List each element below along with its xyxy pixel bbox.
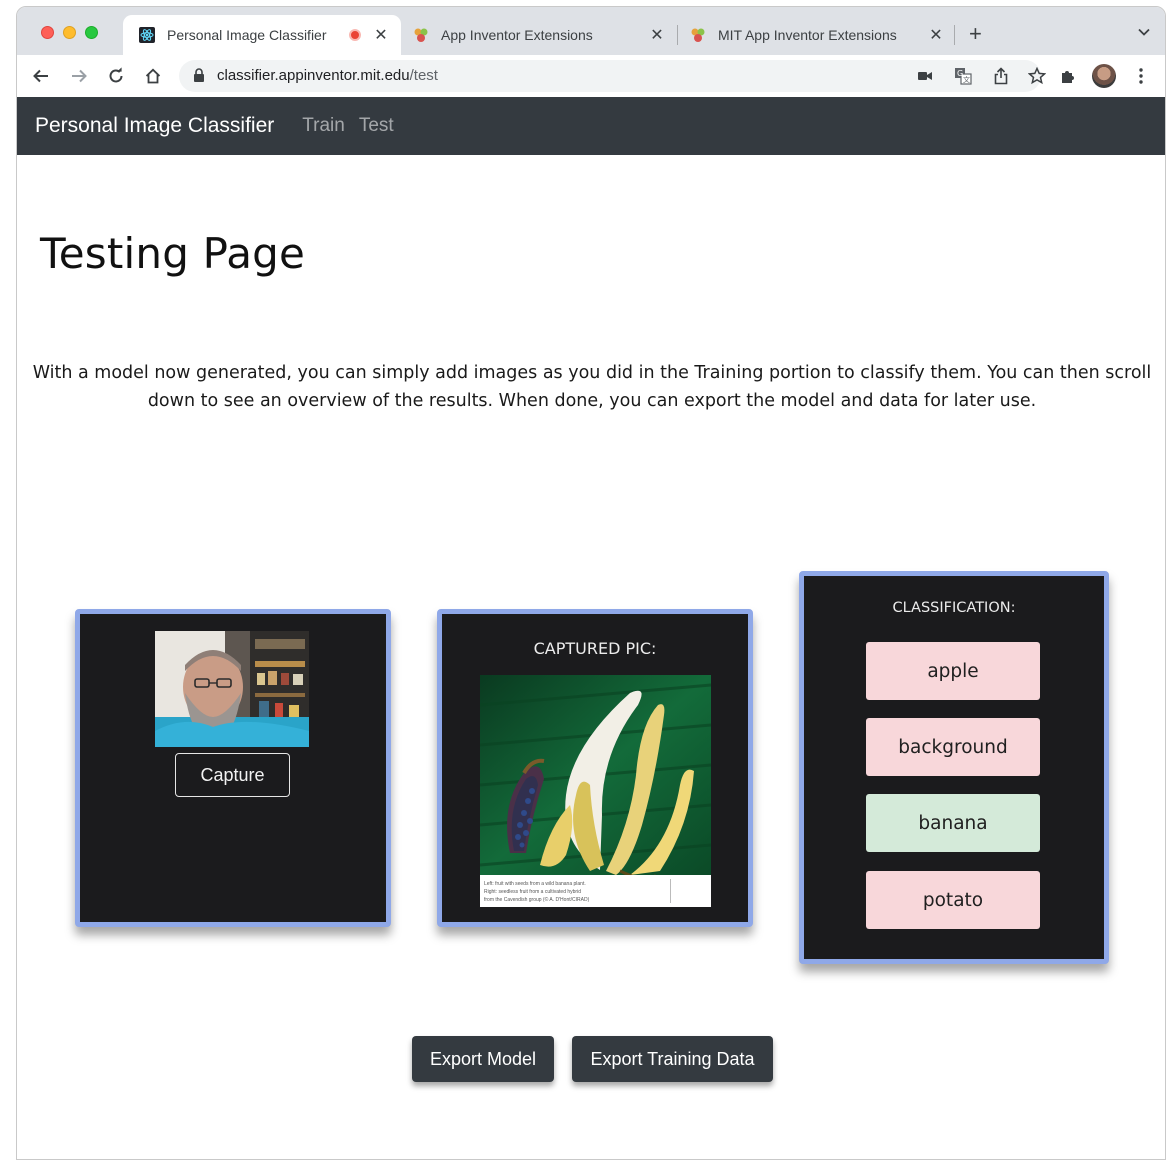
- profile-avatar[interactable]: [1092, 64, 1116, 88]
- close-tab-icon[interactable]: ✕: [928, 25, 944, 45]
- captured-pic-label: CAPTURED PIC:: [533, 639, 657, 658]
- reload-icon[interactable]: [104, 64, 128, 88]
- tab-mit-app-inventor-extensions[interactable]: MIT App Inventor Extensions ✕: [690, 15, 956, 55]
- caption-line-1: Left: fruit with seeds from a wild banan…: [484, 881, 586, 887]
- recording-indicator-icon: [349, 29, 361, 41]
- tab-title: Personal Image Classifier: [167, 27, 327, 43]
- caption-line-3: from the Cavendish group (© A. D'Hont/CI…: [484, 896, 590, 903]
- webcam-card: Capture: [75, 609, 391, 927]
- close-tab-icon[interactable]: ✕: [649, 25, 665, 45]
- export-model-button[interactable]: Export Model: [412, 1036, 554, 1082]
- new-tab-button[interactable]: +: [969, 21, 982, 47]
- tab-strip: Personal Image Classifier ✕ App Inventor…: [17, 7, 1165, 55]
- classification-label: CLASSIFICATION:: [892, 600, 1016, 616]
- address-bar[interactable]: classifier.appinventor.mit.edu/test G文: [179, 60, 1046, 92]
- camera-icon[interactable]: [915, 66, 935, 86]
- captured-banana-image: Left: fruit with seeds from a wild banan…: [480, 675, 711, 907]
- class-background[interactable]: background: [866, 718, 1040, 776]
- captured-pic-card: CAPTURED PIC: Left: fruit with seeds fro…: [437, 609, 753, 927]
- tab-separator: [677, 25, 678, 45]
- intro-text: With a model now generated, you can simp…: [32, 363, 1152, 411]
- classification-card: CLASSIFICATION: apple background banana …: [799, 571, 1109, 964]
- browser-toolbar: classifier.appinventor.mit.edu/test G文: [17, 55, 1165, 97]
- minimize-window-button[interactable]: [63, 26, 76, 39]
- url-text: classifier.appinventor.mit.edu/test: [217, 67, 438, 84]
- star-icon[interactable]: [1027, 66, 1047, 86]
- capture-button[interactable]: Capture: [175, 753, 290, 797]
- tab-separator: [954, 25, 955, 45]
- class-apple[interactable]: apple: [866, 642, 1040, 700]
- app-inventor-favicon-icon: [690, 27, 706, 43]
- close-tab-icon[interactable]: ✕: [373, 25, 389, 45]
- navbar-brand[interactable]: Personal Image Classifier: [35, 114, 274, 138]
- class-banana[interactable]: banana: [866, 794, 1040, 852]
- react-favicon-icon: [139, 27, 155, 43]
- menu-icon[interactable]: [1129, 64, 1153, 88]
- translate-icon[interactable]: G文: [953, 66, 973, 86]
- home-icon[interactable]: [141, 64, 165, 88]
- page-title: Testing Page: [40, 229, 306, 278]
- tab-personal-image-classifier[interactable]: Personal Image Classifier ✕: [123, 15, 401, 55]
- lock-icon[interactable]: [193, 68, 205, 88]
- app-navbar: Personal Image Classifier Train Test: [17, 97, 1165, 155]
- tab-search-chevron-icon[interactable]: [1137, 25, 1151, 44]
- browser-window: Personal Image Classifier ✕ App Inventor…: [16, 6, 1166, 1160]
- maximize-window-button[interactable]: [85, 26, 98, 39]
- caption-line-2: Right: seedless fruit from a cultivated …: [484, 889, 581, 895]
- nav-link-test[interactable]: Test: [359, 115, 394, 137]
- url-domain: classifier.appinventor.mit.edu: [217, 67, 410, 84]
- tab-title: MIT App Inventor Extensions: [718, 27, 897, 43]
- close-window-button[interactable]: [41, 26, 54, 39]
- svg-text:文: 文: [963, 75, 970, 84]
- forward-icon[interactable]: [67, 64, 91, 88]
- class-potato[interactable]: potato: [866, 871, 1040, 929]
- export-training-data-button[interactable]: Export Training Data: [572, 1036, 773, 1082]
- share-icon[interactable]: [991, 66, 1011, 86]
- extensions-icon[interactable]: [1056, 64, 1080, 88]
- nav-link-train[interactable]: Train: [302, 115, 345, 137]
- tab-title: App Inventor Extensions: [441, 27, 593, 43]
- app-inventor-favicon-icon: [413, 27, 429, 43]
- url-path: /test: [409, 67, 438, 84]
- tab-app-inventor-extensions[interactable]: App Inventor Extensions ✕: [413, 15, 677, 55]
- back-icon[interactable]: [29, 64, 53, 88]
- webcam-feed: [155, 631, 309, 747]
